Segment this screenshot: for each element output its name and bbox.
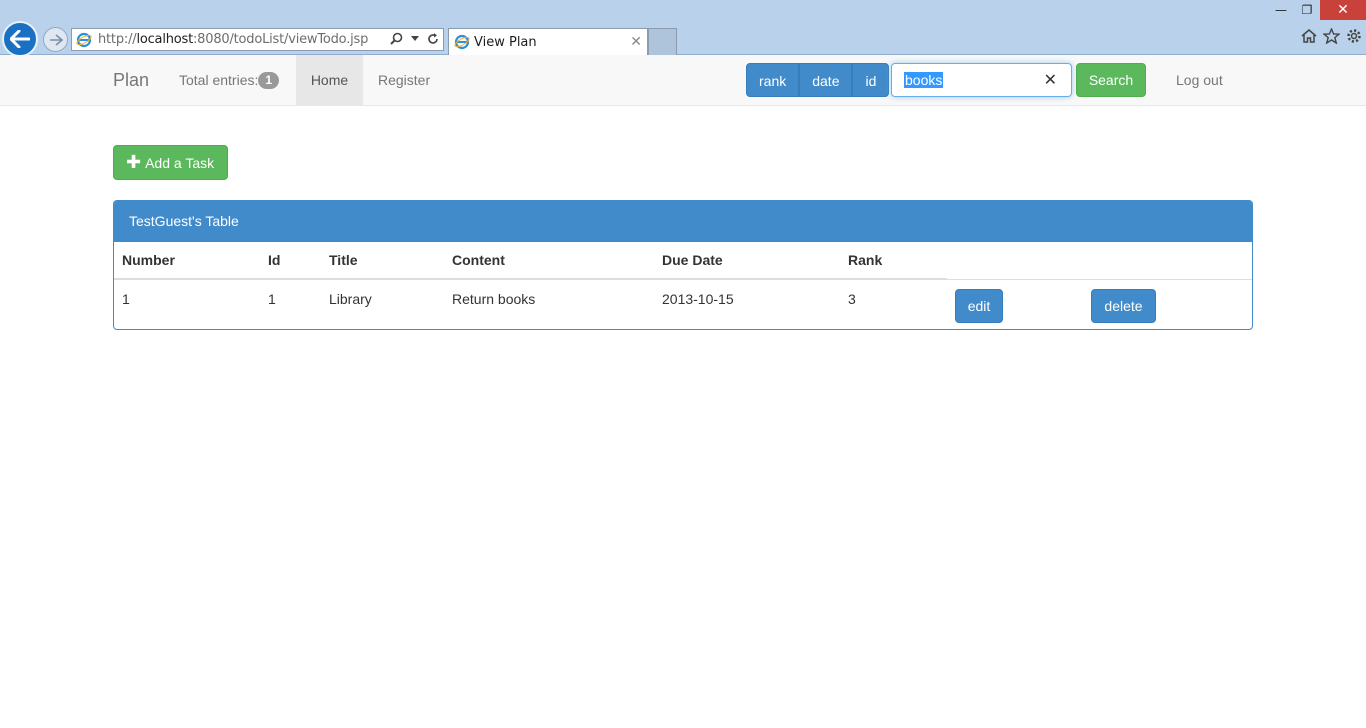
ie-logo-icon bbox=[454, 34, 470, 50]
forward-button[interactable] bbox=[43, 27, 68, 52]
col-header-rank: Rank bbox=[840, 242, 947, 280]
cell-content: Return books bbox=[452, 291, 536, 307]
total-entries-badge: 1 bbox=[258, 72, 280, 89]
search-input[interactable]: books ✕ bbox=[891, 63, 1072, 97]
navbar-brand[interactable]: Plan bbox=[113, 70, 149, 91]
cell-rank: 3 bbox=[848, 291, 856, 307]
sort-id-button[interactable]: id bbox=[852, 63, 890, 97]
search-input-value: books bbox=[904, 72, 944, 88]
add-task-label: Add a Task bbox=[145, 154, 215, 171]
col-header-due-date: Due Date bbox=[654, 242, 840, 280]
ie-logo-icon bbox=[76, 32, 92, 47]
col-header-id: Id bbox=[260, 242, 321, 280]
col-header-title: Title bbox=[321, 242, 444, 280]
star-icon[interactable] bbox=[1323, 28, 1340, 44]
search-icon[interactable] bbox=[390, 32, 403, 45]
browser-chrome: — ❐ ✕ http://localhost:8080/todoList/vie… bbox=[0, 0, 1366, 57]
chevron-down-icon[interactable] bbox=[411, 36, 419, 41]
sort-button-group: rank date id bbox=[746, 63, 890, 97]
cell-edit: edit bbox=[947, 279, 1083, 329]
sort-date-button[interactable]: date bbox=[799, 63, 853, 97]
close-window-icon[interactable]: ✕ bbox=[1320, 0, 1366, 20]
home-icon[interactable] bbox=[1301, 28, 1317, 44]
cell-number: 1 bbox=[122, 291, 130, 307]
edit-button[interactable]: edit bbox=[955, 288, 1003, 323]
col-header-edit bbox=[947, 242, 1083, 280]
close-tab-icon[interactable]: ✕ bbox=[630, 34, 642, 50]
nav-total-entries[interactable]: Total entries: 1 bbox=[164, 55, 294, 105]
arrow-right-icon bbox=[49, 33, 63, 46]
gear-icon[interactable] bbox=[1346, 28, 1362, 44]
delete-button[interactable]: delete bbox=[1091, 288, 1156, 323]
col-header-delete bbox=[1083, 242, 1252, 280]
nav-home[interactable]: Home bbox=[296, 55, 363, 105]
col-header-number: Number bbox=[114, 242, 260, 280]
search-button[interactable]: Search bbox=[1076, 63, 1146, 97]
minimize-icon[interactable]: — bbox=[1268, 0, 1294, 20]
arrow-left-icon bbox=[10, 30, 30, 48]
task-table: Number Id Title Content Due Date Rank 1 … bbox=[114, 242, 1252, 329]
col-header-content: Content bbox=[444, 242, 654, 280]
restore-icon[interactable]: ❐ bbox=[1294, 0, 1320, 20]
cell-due-date: 2013-10-15 bbox=[662, 291, 734, 307]
nav-logout[interactable]: Log out bbox=[1161, 55, 1238, 105]
address-bar[interactable]: http://localhost:8080/todoList/viewTodo.… bbox=[71, 28, 444, 51]
cell-title: Library bbox=[329, 291, 372, 307]
tab-title: View Plan bbox=[474, 34, 537, 50]
table-header-row: Number Id Title Content Due Date Rank bbox=[114, 242, 1252, 280]
cell-delete: delete bbox=[1083, 279, 1252, 329]
table-title: TestGuest's Table bbox=[114, 201, 1252, 242]
plus-icon: ✚ bbox=[126, 151, 142, 173]
nav-register[interactable]: Register bbox=[363, 55, 445, 105]
url-text: http://localhost:8080/todoList/viewTodo.… bbox=[98, 32, 369, 47]
back-button[interactable] bbox=[2, 21, 38, 57]
window-controls: — ❐ ✕ bbox=[1268, 0, 1366, 20]
new-tab-button[interactable] bbox=[648, 28, 677, 55]
browser-tab[interactable]: View Plan ✕ bbox=[448, 28, 648, 55]
task-table-panel: TestGuest's Table Number Id Title Conten… bbox=[113, 200, 1253, 330]
navbar: Plan Total entries: 1 Home Register rank … bbox=[0, 55, 1366, 106]
total-entries-label: Total entries: bbox=[179, 72, 259, 88]
cell-id: 1 bbox=[268, 291, 276, 307]
clear-icon[interactable]: ✕ bbox=[1044, 70, 1057, 89]
refresh-icon[interactable] bbox=[427, 32, 439, 45]
sort-rank-button[interactable]: rank bbox=[746, 63, 800, 97]
add-task-button[interactable]: ✚ Add a Task bbox=[113, 145, 228, 180]
table-row: 1 1 Library Return books 2013-10-15 3 ed… bbox=[114, 279, 1252, 329]
